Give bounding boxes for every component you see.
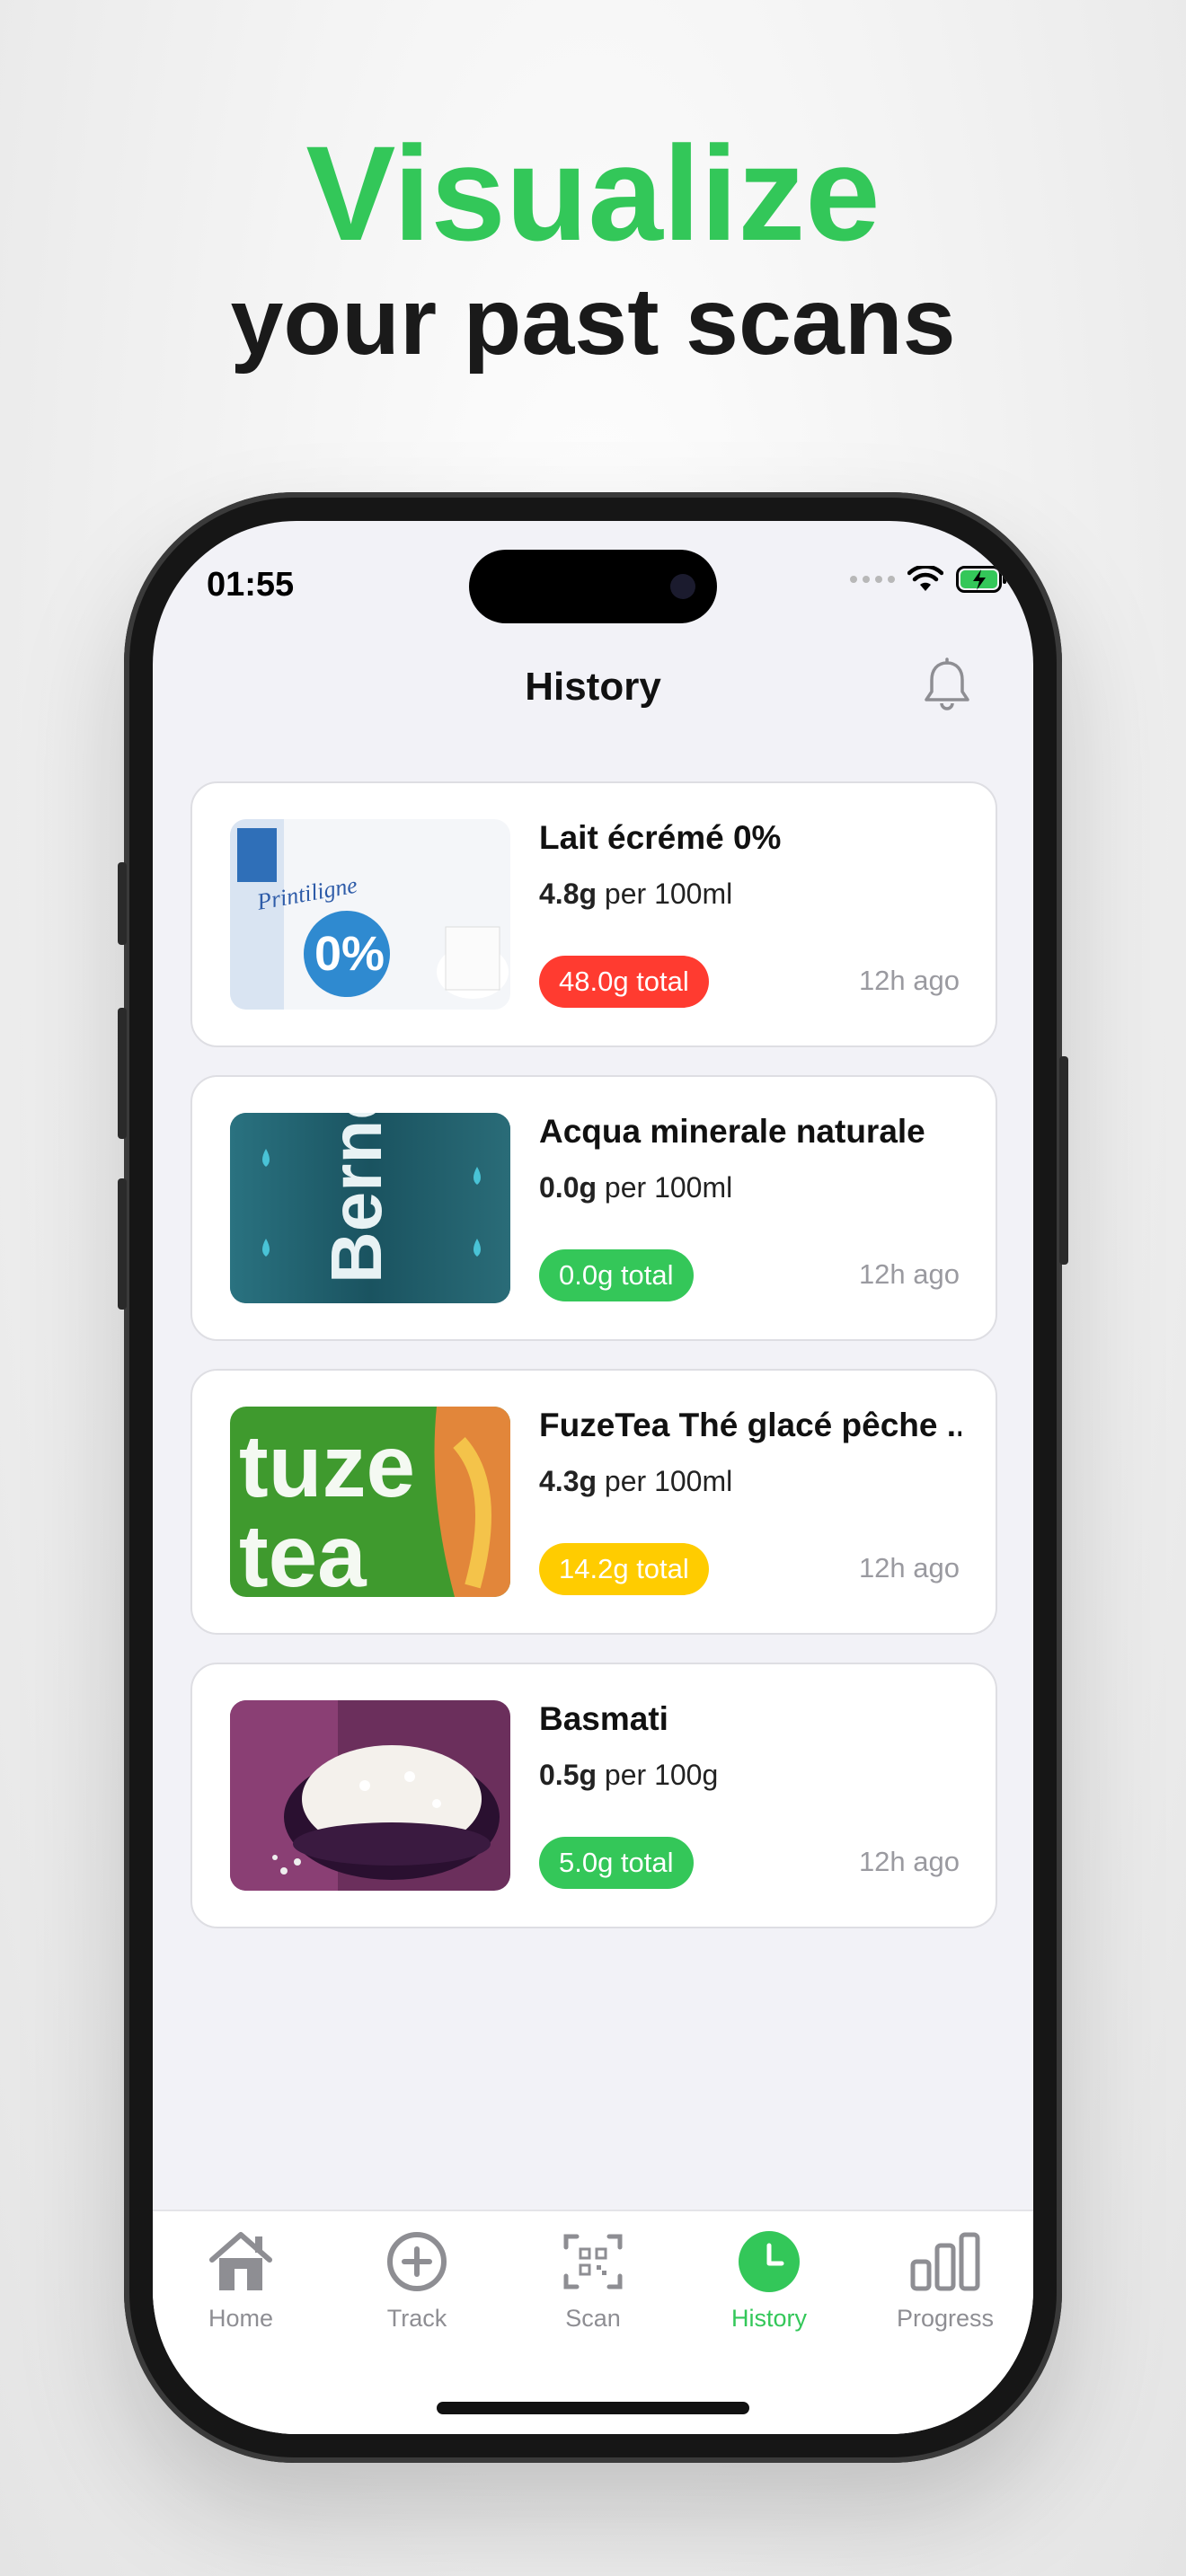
home-icon [209,2232,272,2290]
svg-text:0%: 0% [314,927,385,981]
power-button [1059,1056,1068,1265]
tab-track[interactable]: Track [329,2229,505,2333]
svg-text:tea: tea [239,1506,367,1597]
headline-secondary: your past scans [230,269,956,375]
total-badge: 14.2g total [539,1543,709,1595]
wifi-icon [907,566,943,591]
tab-history[interactable]: History [681,2229,857,2333]
product-name: Lait écrémé 0% [539,819,782,856]
product-dose: 4.3g per 100ml [539,1465,732,1498]
product-image-rice [230,1700,510,1891]
product-dose: 0.5g per 100g [539,1759,718,1792]
dose-unit: per 100ml [604,878,733,910]
volume-up-button [118,1008,127,1139]
tab-label: History [730,2305,807,2332]
product-name: Acqua minerale naturale [539,1113,925,1150]
signal-dots-icon [850,576,895,583]
scan-time: 12h ago [858,1552,960,1584]
history-item[interactable]: Printiligne 0% Lait écrémé 0% 4.8g per 1… [190,781,997,1047]
bar-chart-icon [910,2232,980,2291]
dynamic-island [469,550,717,623]
qr-scan-icon [563,2234,623,2289]
dose-unit: per 100g [604,1759,719,1791]
status-time: 01:55 [207,566,295,604]
history-item[interactable]: Berno Acqua minerale naturale 0.0g per 1… [190,1075,997,1341]
svg-text:Berno: Berno [316,1113,396,1284]
scan-time: 12h ago [858,965,960,996]
total-badge: 0.0g total [539,1249,694,1301]
headline-primary: Visualize [305,118,881,269]
tab-label: Progress [896,2305,995,2332]
tab-label: Track [386,2305,447,2332]
product-dose: 4.8g per 100ml [539,878,732,911]
clock-icon [739,2231,800,2292]
tab-scan[interactable]: Scan [505,2229,681,2333]
notification-bell-icon[interactable] [920,657,974,715]
phone-screen: 01:55 History Printiligne 0% Lait écrémé… [153,521,1033,2434]
tab-home[interactable]: Home [153,2229,329,2333]
product-dose: 0.0g per 100ml [539,1171,732,1204]
dose-amount: 4.8g [539,878,597,910]
tab-progress[interactable]: Progress [857,2229,1033,2333]
svg-text:tuze: tuze [239,1416,415,1515]
product-name: FuzeTea Thé glacé pêche ... [539,1407,961,1443]
product-name: Basmati [539,1700,668,1737]
action-button [118,862,127,945]
tab-label: Home [208,2305,274,2332]
front-camera [670,574,695,599]
product-image-water: Berno [230,1113,510,1303]
status-icons [850,566,1008,593]
history-item[interactable]: tuze tea FuzeTea Thé glacé pêche ... 4.3… [190,1369,997,1635]
dose-unit: per 100ml [604,1465,733,1497]
total-badge: 5.0g total [539,1837,694,1889]
dose-unit: per 100ml [604,1171,733,1204]
dose-amount: 0.0g [539,1171,597,1204]
tab-label: Scan [565,2305,621,2332]
dose-amount: 0.5g [539,1759,597,1791]
home-indicator[interactable] [437,2402,749,2414]
product-image-fuzetea: tuze tea [230,1407,510,1597]
total-badge: 48.0g total [539,956,709,1008]
tab-bar: Home Track Scan History Progress [153,2210,1033,2434]
plus-circle-icon [387,2232,447,2291]
volume-down-button [118,1178,127,1310]
scan-time: 12h ago [858,1258,960,1290]
battery-charging-icon [956,566,1006,593]
history-item[interactable]: Basmati 0.5g per 100g 5.0g total 12h ago [190,1663,997,1928]
page-title: History [525,665,661,709]
dose-amount: 4.3g [539,1465,597,1497]
product-image-milk: Printiligne 0% [230,819,510,1010]
scan-time: 12h ago [858,1846,960,1877]
